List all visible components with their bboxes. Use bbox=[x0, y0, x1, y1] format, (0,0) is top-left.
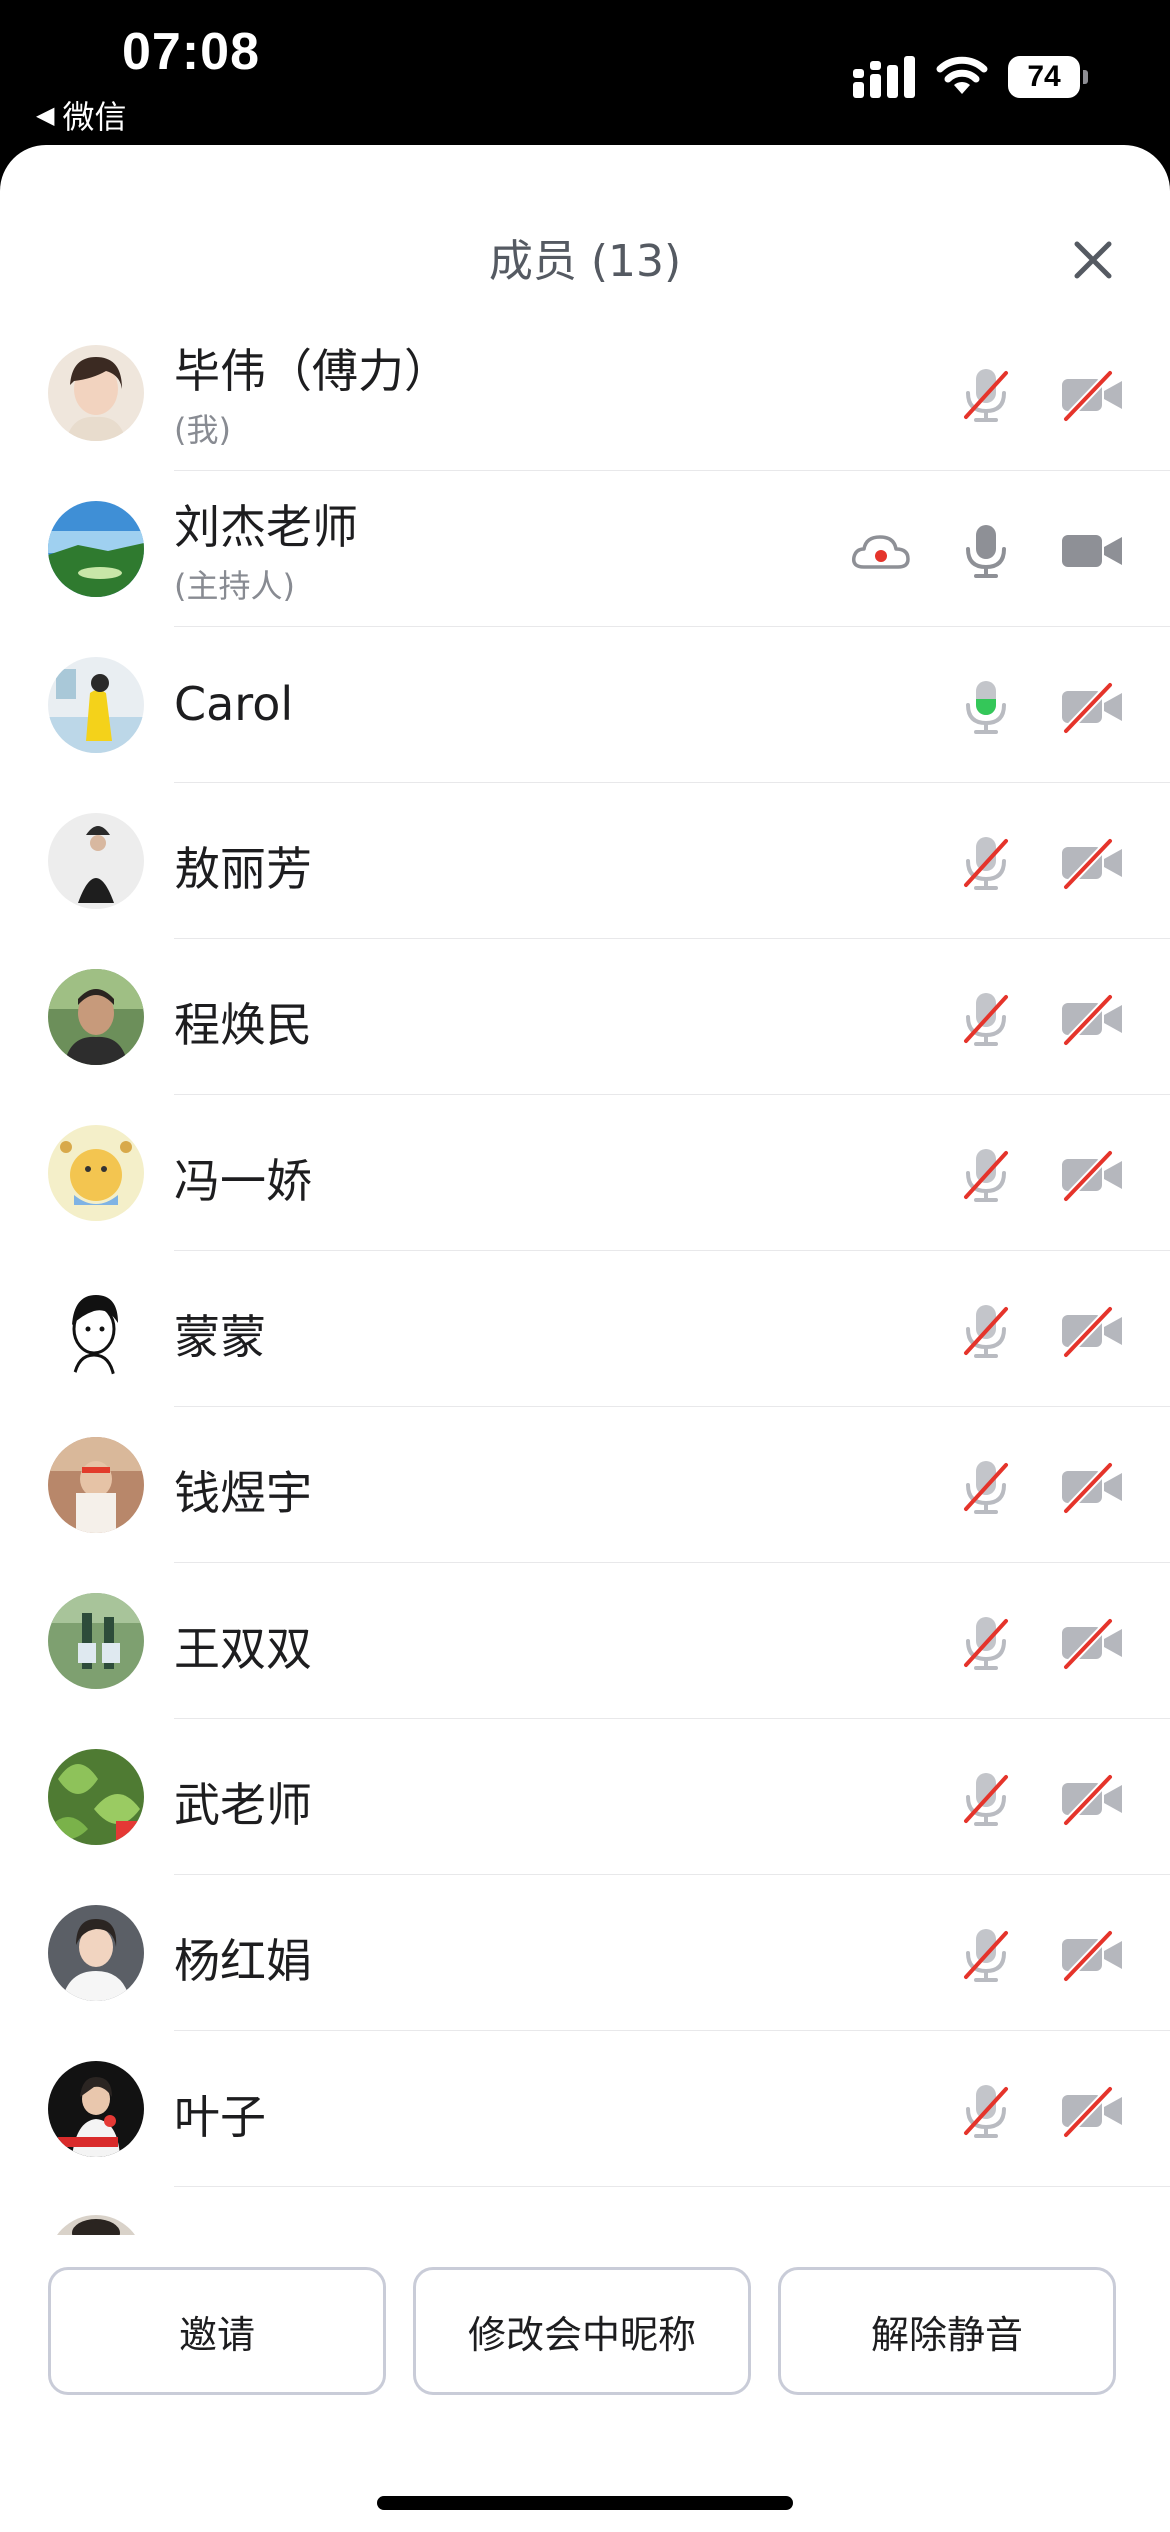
camera-off-icon[interactable] bbox=[1060, 989, 1124, 1049]
camera-icon[interactable] bbox=[1060, 521, 1124, 581]
member-name: 毕伟（傅力） bbox=[174, 344, 450, 398]
member-name: 钱煜宇 bbox=[174, 1466, 312, 1520]
member-role: (我) bbox=[174, 411, 231, 449]
member-row[interactable]: 刘杰老师 (主持人) bbox=[0, 471, 1170, 627]
action-bar: 邀请 修改会中昵称 解除静音 bbox=[0, 2267, 1170, 2403]
mic-muted-icon[interactable] bbox=[956, 1145, 1016, 1205]
member-row[interactable]: 杨红娟 bbox=[0, 1875, 1170, 2031]
member-name: 程焕民 bbox=[174, 998, 312, 1052]
avatar bbox=[48, 1593, 144, 1689]
camera-off-icon[interactable] bbox=[1060, 677, 1124, 737]
row-divider bbox=[174, 2186, 1170, 2187]
member-name: 刘杰老师 bbox=[174, 500, 358, 554]
status-bar: 07:08 ◀ 微信 74 bbox=[0, 0, 1170, 150]
camera-off-icon[interactable] bbox=[1060, 833, 1124, 893]
member-name: 叶子 bbox=[174, 2090, 266, 2144]
member-row[interactable]: 武老师 bbox=[0, 1719, 1170, 1875]
member-name: 武老师 bbox=[174, 1778, 312, 1832]
mic-muted-icon[interactable] bbox=[956, 989, 1016, 1049]
mic-muted-icon[interactable] bbox=[956, 1301, 1016, 1361]
member-row[interactable]: 王双双 bbox=[0, 1563, 1170, 1719]
battery-level: 74 bbox=[1027, 60, 1061, 93]
camera-off-icon[interactable] bbox=[1060, 1925, 1124, 1985]
avatar bbox=[48, 657, 144, 753]
mic-icon[interactable] bbox=[956, 677, 1016, 737]
mic-icon[interactable] bbox=[956, 521, 1016, 581]
member-name: 王双双 bbox=[174, 1622, 312, 1676]
member-row[interactable]: 叶子 bbox=[0, 2031, 1170, 2187]
avatar bbox=[48, 2061, 144, 2157]
page-title: 成员 (13) bbox=[488, 236, 682, 287]
wifi-icon bbox=[936, 56, 988, 94]
members-sheet: 成员 (13) 毕伟（傅力） (我) 刘杰老师 (主持人) Carol 敖丽芳程焕民冯一娇… bbox=[0, 145, 1170, 2532]
member-row[interactable]: 毕伟（傅力） (我) bbox=[0, 315, 1170, 471]
mic-muted-icon[interactable] bbox=[956, 1769, 1016, 1829]
back-arrow-icon: ◀ bbox=[36, 101, 55, 129]
unmute-all-button[interactable]: 解除静音 bbox=[778, 2267, 1116, 2395]
member-row[interactable]: 蒙蒙 bbox=[0, 1251, 1170, 1407]
avatar bbox=[48, 1281, 144, 1377]
avatar bbox=[48, 345, 144, 441]
battery-icon: 74 bbox=[1008, 56, 1088, 98]
member-name: Carol bbox=[174, 677, 294, 731]
camera-off-icon[interactable] bbox=[1060, 1301, 1124, 1361]
clock: 07:08 bbox=[122, 23, 260, 81]
avatar-partial bbox=[57, 2215, 135, 2235]
camera-off-icon[interactable] bbox=[1060, 365, 1124, 425]
avatar bbox=[48, 1905, 144, 2001]
invite-button[interactable]: 邀请 bbox=[48, 2267, 386, 2395]
member-name: 冯一娇 bbox=[174, 1154, 312, 1208]
member-role: (主持人) bbox=[174, 567, 295, 605]
member-row[interactable]: Carol bbox=[0, 627, 1170, 783]
member-row[interactable]: 敖丽芳 bbox=[0, 783, 1170, 939]
camera-off-icon[interactable] bbox=[1060, 1769, 1124, 1829]
cloud-recording-icon bbox=[850, 523, 912, 583]
camera-off-icon[interactable] bbox=[1060, 1457, 1124, 1517]
back-app-label: 微信 bbox=[62, 98, 127, 136]
member-row[interactable]: 程焕民 bbox=[0, 939, 1170, 1095]
member-name: 敖丽芳 bbox=[174, 842, 312, 896]
mic-muted-icon[interactable] bbox=[956, 1613, 1016, 1673]
member-row[interactable]: 钱煜宇 bbox=[0, 1407, 1170, 1563]
camera-off-icon[interactable] bbox=[1060, 1613, 1124, 1673]
avatar bbox=[48, 813, 144, 909]
avatar bbox=[48, 969, 144, 1065]
camera-off-icon[interactable] bbox=[1060, 1145, 1124, 1205]
home-indicator bbox=[377, 2496, 793, 2510]
mic-muted-icon[interactable] bbox=[956, 833, 1016, 893]
signal-icon bbox=[853, 56, 915, 98]
member-name: 蒙蒙 bbox=[174, 1310, 266, 1364]
mic-muted-icon[interactable] bbox=[956, 2081, 1016, 2141]
member-row[interactable]: 冯一娇 bbox=[0, 1095, 1170, 1251]
member-name: 杨红娟 bbox=[174, 1934, 312, 1988]
mic-muted-icon[interactable] bbox=[956, 365, 1016, 425]
back-to-app-link[interactable]: ◀ 微信 bbox=[36, 92, 126, 138]
avatar bbox=[48, 501, 144, 597]
camera-off-icon[interactable] bbox=[1060, 2081, 1124, 2141]
member-list[interactable]: 毕伟（傅力） (我) 刘杰老师 (主持人) Carol 敖丽芳程焕民冯一娇蒙蒙钱煜宇王双双… bbox=[0, 315, 1170, 2232]
avatar bbox=[48, 1125, 144, 1221]
avatar bbox=[48, 1749, 144, 1845]
close-icon[interactable] bbox=[1068, 235, 1118, 285]
mic-muted-icon[interactable] bbox=[956, 1457, 1016, 1517]
mic-muted-icon[interactable] bbox=[956, 1925, 1016, 1985]
rename-button[interactable]: 修改会中昵称 bbox=[413, 2267, 751, 2395]
avatar bbox=[48, 1437, 144, 1533]
